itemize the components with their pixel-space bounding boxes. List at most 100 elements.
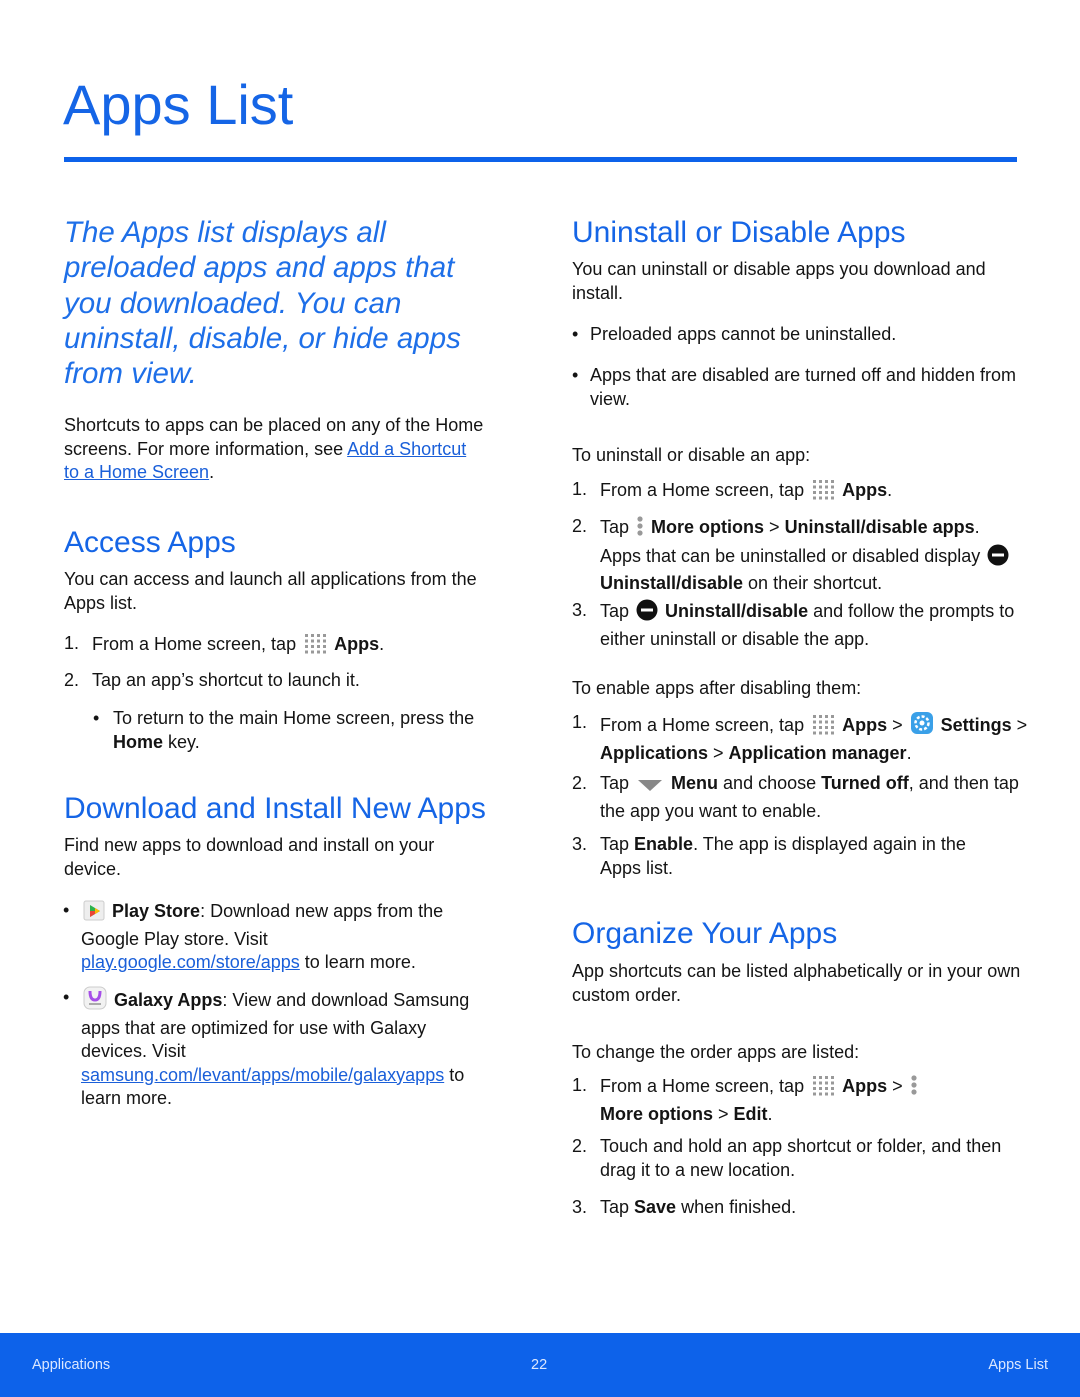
- list-item: 3. Tap Uninstall/disable and follow the p…: [572, 599, 1020, 651]
- text-run: key.: [163, 731, 200, 752]
- enable-lead: To enable apps after disabling them:: [572, 677, 1022, 701]
- text-run: You can uninstall or disable apps you do…: [572, 259, 986, 303]
- text-run: .: [906, 742, 912, 763]
- list-text: Preloaded apps cannot be uninstalled.: [590, 324, 896, 344]
- list-text: From a Home screen, tap Apps.: [600, 480, 892, 500]
- text-run: To uninstall or disable an app:: [572, 445, 811, 465]
- organize-heading: Organize Your Apps: [572, 917, 838, 950]
- page-number: 22: [531, 1357, 548, 1373]
- uninstall-paragraph: You can uninstall or disable apps you do…: [572, 258, 1022, 305]
- footer-chapter: Apps List: [988, 1357, 1048, 1373]
- text-run: and follow the prompts to either uninsta…: [600, 601, 1015, 649]
- organize-paragraph: App shortcuts can be listed alphabetical…: [572, 960, 1022, 1007]
- bold-term: More options: [651, 517, 765, 537]
- text-run: >: [764, 517, 785, 537]
- list-item: 1. From a Home screen, tap Apps.: [572, 478, 1020, 507]
- text-run: Apps that are disabled are turned off an…: [590, 365, 1016, 409]
- bold-term: Enable: [634, 834, 694, 854]
- list-text: Tap Save when finished.: [600, 1197, 796, 1217]
- list-text: Galaxy Apps: View and download Samsung a…: [81, 986, 469, 1108]
- text-run: To enable apps after disabling them:: [572, 678, 862, 698]
- list-item: • Galaxy Apps: View and download Samsung…: [63, 986, 481, 1111]
- bold-term: Edit: [733, 1103, 768, 1124]
- list-item: 2. Touch and hold an app shortcut or fold…: [572, 1135, 1020, 1182]
- text-run: .: [767, 1103, 773, 1124]
- page-title: Apps List: [63, 73, 294, 136]
- text-run: Preloaded apps cannot be uninstalled.: [590, 324, 897, 344]
- list-number: 1.: [572, 1075, 588, 1095]
- list-number: 3.: [572, 1197, 588, 1217]
- bold-term: Galaxy Apps: [114, 990, 223, 1010]
- bold-term: Apps: [842, 715, 888, 735]
- title-divider: [64, 157, 1017, 162]
- text-run: and choose: [718, 773, 822, 793]
- list-text: Tap an app’s shortcut to launch it.: [92, 670, 360, 690]
- text-run: From a Home screen, tap: [600, 715, 810, 735]
- bold-term: Apps: [334, 634, 380, 654]
- list-number: 3.: [572, 834, 588, 854]
- bold-term: Apps: [842, 480, 888, 500]
- bold-term: Uninstall/disable apps: [784, 517, 975, 537]
- list-text: Tap More options > Uninstall/disable app…: [600, 516, 1011, 593]
- text-run: From a Home screen, tap: [600, 1076, 810, 1096]
- bullet: •: [63, 987, 70, 1007]
- text-run: Tap: [600, 517, 635, 537]
- bold-term: Applications: [600, 742, 709, 763]
- list-item: 1. From a Home screen, tap Apps > Setting…: [572, 711, 1030, 765]
- link[interactable]: play.google.com/store/apps: [81, 952, 300, 972]
- download-heading: Download and Install New Apps: [64, 792, 486, 825]
- uninstall-lead: To uninstall or disable an app:: [572, 444, 1022, 468]
- bullet: •: [93, 708, 100, 728]
- list-text: From a Home screen, tap Apps.: [92, 634, 384, 654]
- page-footer: Applications 22 Apps List: [0, 1333, 1080, 1397]
- text-run: >: [1011, 715, 1028, 735]
- access-apps-paragraph: You can access and launch all applicatio…: [64, 568, 514, 615]
- document-page: Apps List The Apps list displays all pre…: [0, 0, 1080, 1397]
- list-number: 2.: [64, 670, 80, 690]
- organize-lead: To change the order apps are listed:: [572, 1041, 1022, 1065]
- play-store-icon: [83, 899, 105, 928]
- list-number: 2.: [572, 1136, 588, 1156]
- bold-term: Uninstall/disable: [665, 601, 809, 621]
- list-text: To return to the main Home screen, press…: [113, 708, 474, 752]
- bold-term: Home: [113, 731, 164, 752]
- text-run: App shortcuts can be listed alphabetical…: [572, 961, 1021, 1005]
- list-item: • To return to the main Home screen, pres…: [93, 707, 513, 754]
- list-item: 1. From a Home screen, tap Apps.: [64, 632, 512, 661]
- bold-term: Play Store: [112, 901, 201, 921]
- text-run: when finished.: [676, 1197, 797, 1217]
- text-run: Tap: [600, 773, 635, 793]
- list-number: 2.: [572, 773, 588, 793]
- list-text: Apps that are disabled are turned off an…: [590, 365, 1016, 409]
- text-run: >: [887, 1076, 908, 1096]
- text-run: Find new apps to download and install on…: [64, 835, 435, 879]
- bold-term: Apps: [842, 1076, 888, 1096]
- list-item: 2. Tap Menu and choose Turned off, and th…: [572, 772, 1020, 823]
- bullet: •: [572, 365, 579, 385]
- list-number: 1.: [572, 712, 588, 732]
- list-text: Tap Enable. The app is displayed again i…: [600, 834, 966, 878]
- text-run: Tap: [600, 834, 635, 854]
- bullet: •: [63, 900, 70, 920]
- text-run: To return to the main Home screen, press…: [113, 708, 475, 728]
- menu-dropdown-icon: [636, 776, 664, 800]
- text-run: To change the order apps are listed:: [572, 1042, 860, 1062]
- list-item: • Apps that are disabled are turned off a…: [572, 364, 1020, 411]
- text-run: >: [708, 742, 729, 763]
- list-number: 2.: [572, 516, 588, 536]
- text-run: on their shortcut.: [743, 573, 883, 593]
- apps-grid-icon: [303, 632, 327, 661]
- list-item: 1. From a Home screen, tap Apps > More op…: [572, 1074, 920, 1126]
- apps-grid-icon: [811, 713, 835, 742]
- bold-term: More options: [600, 1103, 713, 1124]
- list-text: Play Store: Download new apps from the G…: [81, 899, 443, 972]
- text-run: From a Home screen, tap: [92, 634, 302, 654]
- list-text: Tap Uninstall/disable and follow the pro…: [600, 599, 1015, 649]
- text-run: >: [887, 715, 908, 735]
- list-item: • Play Store: Download new apps from the…: [63, 899, 451, 975]
- intro-text: The Apps list displays all preloaded app…: [64, 216, 461, 391]
- bold-term: Turned off: [821, 773, 909, 793]
- uninstall-icon: [987, 544, 1009, 573]
- footer-section: Applications: [32, 1357, 111, 1373]
- link[interactable]: samsung.com/levant/apps/mobile/galaxyapp…: [81, 1065, 444, 1085]
